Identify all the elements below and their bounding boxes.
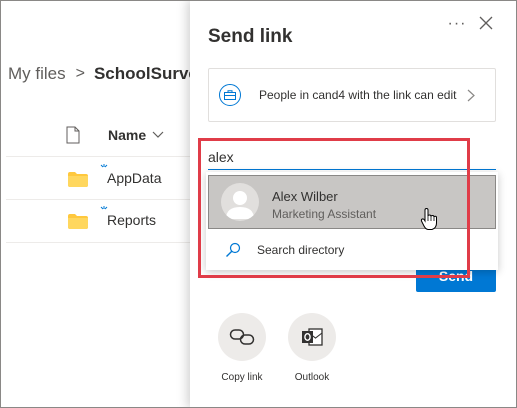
outlook-label: Outlook	[294, 372, 330, 383]
search-directory-item[interactable]: Search directory	[208, 234, 496, 266]
file-type-icon	[66, 126, 80, 144]
panel-title: Send link	[208, 26, 293, 47]
chevron-down-icon[interactable]	[152, 131, 164, 139]
column-header-name[interactable]: Name	[108, 127, 146, 143]
close-icon[interactable]	[478, 15, 494, 31]
breadcrumb-my-files[interactable]: My files	[8, 64, 66, 84]
chevron-right-icon	[467, 89, 475, 102]
suggestion-name: Alex Wilber	[272, 189, 338, 204]
list-item[interactable]: Reports	[6, 199, 196, 243]
search-icon	[226, 242, 241, 257]
list-item-name[interactable]: AppData	[107, 170, 161, 186]
briefcase-icon	[219, 84, 241, 106]
recipient-input[interactable]	[208, 144, 496, 170]
more-options-button[interactable]: ···	[445, 14, 469, 34]
avatar	[221, 183, 259, 221]
outlook-button[interactable]	[288, 313, 336, 361]
column-header-row: Name	[66, 124, 164, 146]
hand-cursor-icon	[420, 207, 437, 230]
breadcrumb-separator: >	[75, 65, 85, 82]
suggestion-job-title: Marketing Assistant	[272, 207, 377, 221]
breadcrumb-current-folder[interactable]: SchoolSurve	[94, 64, 198, 84]
people-suggestion-dropdown: Alex Wilber Marketing Assistant Search d…	[206, 172, 498, 270]
link-icon	[229, 329, 255, 345]
list-item[interactable]: AppData	[6, 156, 196, 200]
copy-link-button[interactable]	[218, 313, 266, 361]
link-settings-button[interactable]: People in cand4 with the link can edit	[208, 68, 496, 122]
list-item-name[interactable]: Reports	[107, 212, 156, 228]
search-directory-label: Search directory	[257, 243, 345, 257]
folder-icon	[68, 214, 88, 229]
outlook-action[interactable]: Outlook	[282, 313, 342, 383]
folder-icon	[68, 172, 88, 187]
link-settings-text: People in cand4 with the link can edit	[259, 88, 457, 102]
copy-link-label: Copy link	[221, 372, 263, 383]
outlook-icon	[302, 328, 323, 346]
breadcrumb: My files > SchoolSurve	[8, 62, 198, 86]
copy-link-action[interactable]: Copy link	[212, 313, 272, 383]
suggestion-item-alex-wilber[interactable]: Alex Wilber Marketing Assistant	[208, 175, 496, 230]
